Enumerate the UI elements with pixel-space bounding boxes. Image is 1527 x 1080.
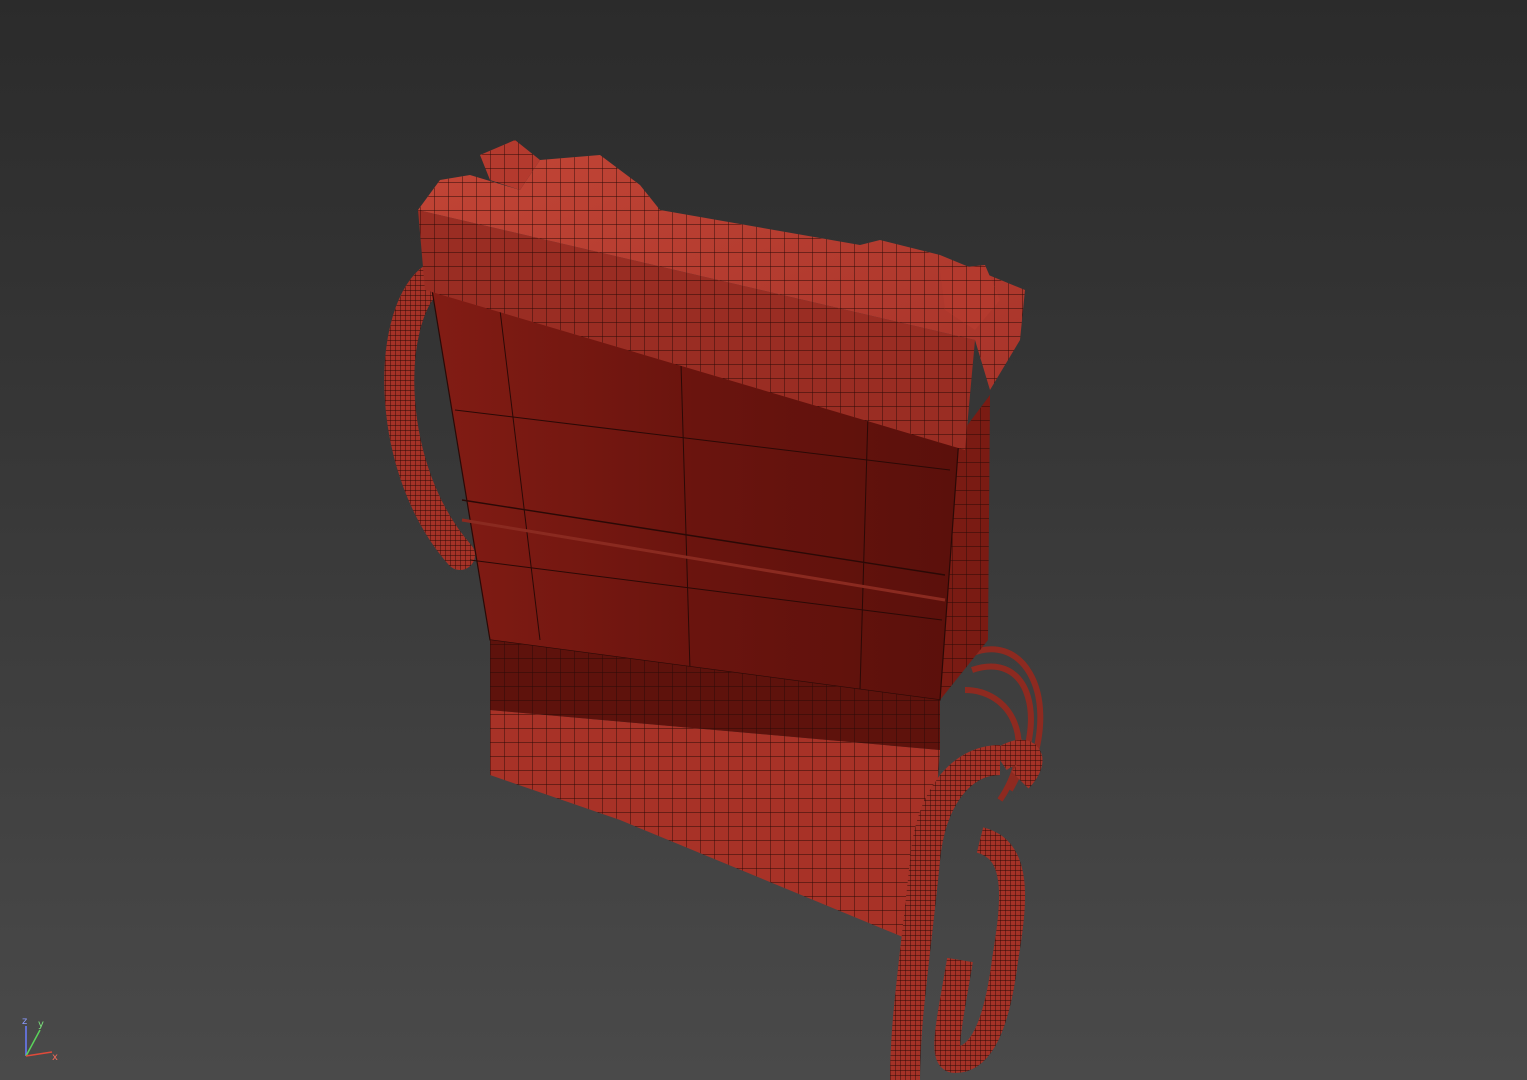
3d-viewport[interactable]: z y x [0,0,1527,1080]
z-axis-label: z [22,1016,27,1027]
y-axis-line [25,1029,41,1057]
x-axis-line [25,1051,53,1057]
x-axis-label: x [52,1052,58,1063]
viewport-scene[interactable] [0,0,1527,1080]
axis-gizmo: z y x [22,1016,58,1063]
y-axis-label: y [38,1019,44,1030]
